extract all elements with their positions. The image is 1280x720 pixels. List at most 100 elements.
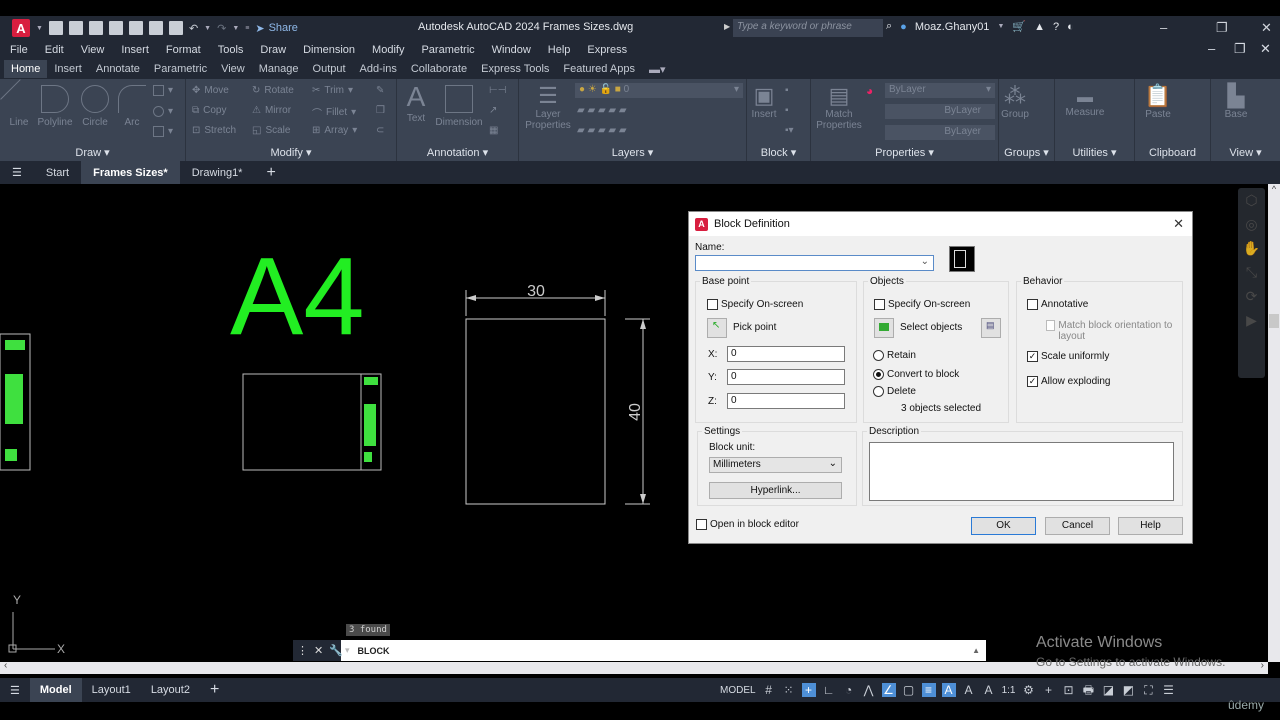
- menu-edit[interactable]: Edit: [45, 44, 64, 56]
- open-folder-icon[interactable]: [68, 21, 83, 35]
- command-text[interactable]: BLOCK: [358, 646, 390, 656]
- close-button[interactable]: ✕: [1261, 20, 1272, 36]
- new-tab-button[interactable]: +: [254, 161, 287, 184]
- search-icon[interactable]: ⌕: [886, 20, 892, 33]
- layer-tools-row2[interactable]: ▰ ▰ ▰ ▰ ▰: [577, 125, 627, 136]
- plot-icon[interactable]: [168, 21, 183, 35]
- menu-tools[interactable]: Tools: [218, 44, 244, 56]
- draw-panel-label[interactable]: Draw ▾: [0, 146, 185, 159]
- isodraft-icon[interactable]: ⋀: [862, 683, 876, 697]
- open-in-block-editor-checkbox[interactable]: Open in block editor: [696, 519, 799, 530]
- ribbon-options-icon[interactable]: ▬▾: [642, 60, 673, 79]
- rotate-tool[interactable]: ↻ Rotate: [252, 85, 294, 96]
- file-tab-frames-sizes[interactable]: Frames Sizes*: [81, 161, 180, 184]
- scroll-thumb[interactable]: [1269, 314, 1279, 328]
- base-specify-onscreen-checkbox[interactable]: Specify On-screen: [707, 299, 803, 310]
- line-tool[interactable]: Line: [0, 79, 40, 128]
- lock-ui-icon[interactable]: ◪: [1101, 683, 1115, 697]
- open-from-web-icon[interactable]: [128, 21, 143, 35]
- erase-icon[interactable]: ✎: [376, 85, 384, 96]
- menu-parametric[interactable]: Parametric: [421, 44, 474, 56]
- menu-window[interactable]: Window: [492, 44, 531, 56]
- close-icon[interactable]: ✕: [314, 644, 323, 657]
- clean-screen-icon[interactable]: ⛶: [1141, 683, 1155, 697]
- save-icon[interactable]: [88, 21, 103, 35]
- retain-radio[interactable]: Retain: [873, 350, 916, 361]
- arc-tool[interactable]: Arc: [118, 85, 146, 128]
- rectangle-30x40[interactable]: [465, 318, 606, 505]
- pan-icon[interactable]: ✋: [1238, 236, 1265, 260]
- wrench-icon[interactable]: 🔧: [329, 644, 343, 657]
- orbit-icon[interactable]: ⟳: [1238, 284, 1265, 308]
- layout-tab-layout1[interactable]: Layout1: [82, 678, 141, 702]
- save-to-web-icon[interactable]: [148, 21, 163, 35]
- explode-icon[interactable]: ❒: [376, 105, 385, 116]
- units-icon[interactable]: ⊡: [1061, 683, 1075, 697]
- scroll-up-icon[interactable]: ^: [1268, 184, 1280, 194]
- text-tool[interactable]: A Text: [403, 81, 429, 124]
- chevron-down-icon[interactable]: ▼: [204, 25, 211, 32]
- isolate-objects-icon[interactable]: ◩: [1121, 683, 1135, 697]
- grid-icon[interactable]: #: [762, 683, 776, 697]
- layer-properties-tool[interactable]: ☰ Layer Properties: [523, 83, 573, 131]
- layer-dropdown[interactable]: ● ☀ 🔓 ■ 0 ▾: [575, 83, 743, 98]
- ellipse-tool[interactable]: ▾: [153, 106, 173, 117]
- file-tab-drawing1[interactable]: Drawing1*: [180, 161, 255, 184]
- layout-menu-icon[interactable]: ☰: [0, 678, 30, 702]
- command-line[interactable]: ⋮ ✕ 🔧 ▾ BLOCK ▲: [293, 640, 986, 661]
- properties-panel-label[interactable]: Properties ▾: [811, 146, 998, 159]
- file-tabs-menu-icon[interactable]: ☰: [0, 161, 34, 184]
- search-input[interactable]: Type a keyword or phrase: [733, 19, 883, 37]
- delete-radio[interactable]: Delete: [873, 386, 916, 397]
- lineweight-icon[interactable]: ≡: [921, 683, 936, 697]
- doc-minimize-button[interactable]: –: [1208, 41, 1215, 56]
- model-space-button[interactable]: MODEL: [720, 685, 756, 696]
- share-button[interactable]: ➤ Share: [255, 22, 298, 35]
- annotative-checkbox[interactable]: Annotative: [1027, 299, 1088, 310]
- tab-express-tools[interactable]: Express Tools: [474, 60, 556, 78]
- modify-panel-label[interactable]: Modify ▾: [186, 146, 396, 159]
- z-field[interactable]: 0: [727, 393, 845, 409]
- menu-format[interactable]: Format: [166, 44, 201, 56]
- auto-scale-icon[interactable]: A: [962, 683, 976, 697]
- hyperlink-button[interactable]: Hyperlink...: [709, 482, 842, 499]
- menu-modify[interactable]: Modify: [372, 44, 404, 56]
- help-button[interactable]: Help: [1118, 517, 1183, 535]
- chevron-down-icon[interactable]: ▼: [36, 25, 43, 32]
- y-field[interactable]: 0: [727, 369, 845, 385]
- layer-tools-row1[interactable]: ▰ ▰ ▰ ▰ ▰: [577, 105, 627, 116]
- groups-panel-label[interactable]: Groups ▾: [999, 146, 1054, 159]
- vertical-scrollbar[interactable]: ^: [1268, 184, 1280, 662]
- rectangle-tool[interactable]: ▾: [153, 85, 173, 96]
- tab-insert[interactable]: Insert: [47, 60, 89, 78]
- block-unit-select[interactable]: Millimeters ⌄: [709, 457, 842, 473]
- tab-collaborate[interactable]: Collaborate: [404, 60, 474, 78]
- tab-add-ins[interactable]: Add-ins: [353, 60, 404, 78]
- paste-tool[interactable]: 📋 Paste: [1143, 83, 1173, 120]
- edit-block-icon[interactable]: ▪: [785, 105, 789, 116]
- navigation-bar[interactable]: ⬡ ◎ ✋ ⤡ ⟳ ▶: [1238, 188, 1265, 378]
- menu-dimension[interactable]: Dimension: [303, 44, 355, 56]
- help-icon[interactable]: ?: [1053, 21, 1059, 33]
- polyline-tool[interactable]: Polyline: [36, 85, 74, 128]
- leader-icon[interactable]: ↗: [489, 105, 497, 116]
- chevron-down-icon[interactable]: ⌄: [921, 256, 929, 267]
- chevron-down-icon[interactable]: ▼: [232, 25, 239, 32]
- scale-dropdown[interactable]: 1:1: [1002, 685, 1016, 696]
- circle-tool[interactable]: Circle: [80, 85, 110, 128]
- base-view-tool[interactable]: ▙ Base: [1221, 83, 1251, 120]
- user-name[interactable]: Moaz.Ghany01: [915, 21, 990, 33]
- doc-restore-button[interactable]: ❐: [1234, 41, 1246, 57]
- trim-tool[interactable]: ✂ Trim ▾: [312, 85, 353, 96]
- steering-wheel-icon[interactable]: ◎: [1238, 212, 1265, 236]
- group-tool[interactable]: ⁂ Group: [1001, 83, 1029, 120]
- customize-qat-icon[interactable]: ≡: [245, 25, 249, 32]
- select-objects-button[interactable]: [874, 318, 894, 338]
- insert-block-tool[interactable]: ▣ Insert: [749, 83, 779, 120]
- command-icon[interactable]: ▾: [345, 645, 350, 656]
- dynamic-input-icon[interactable]: +: [801, 683, 816, 697]
- new-file-icon[interactable]: [48, 21, 63, 35]
- tab-manage[interactable]: Manage: [252, 60, 306, 78]
- x-field[interactable]: 0: [727, 346, 845, 362]
- polar-icon[interactable]: ◔: [842, 683, 856, 697]
